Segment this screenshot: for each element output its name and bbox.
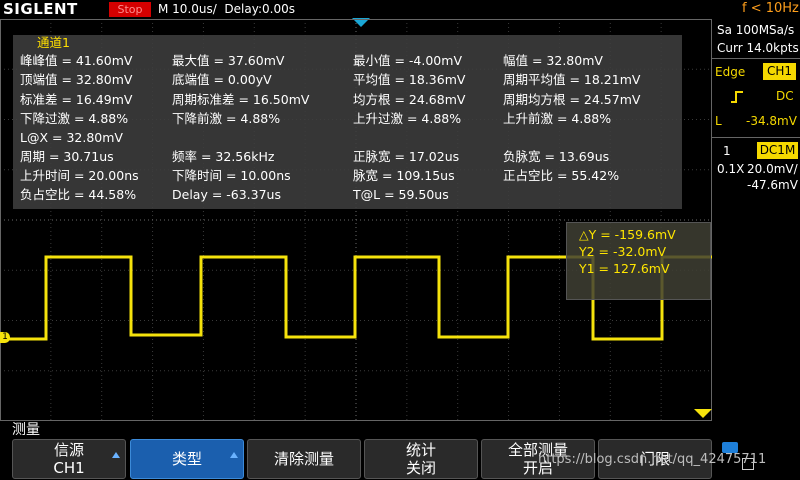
measurement-value: 底端值 = 0.00yV [172,72,272,87]
measurement-value: 下降前激 = 4.88% [172,111,281,126]
softkey-3[interactable]: 清除测量 [247,439,361,479]
trigger-type[interactable]: Edge [715,65,745,79]
measurement-value: 顶端值 = 32.80mV [20,72,133,87]
measurement-value: 标准差 = 16.49mV [20,92,133,107]
softkey-sublabel: 关闭 [405,459,436,477]
memory-depth: Curr 14.0kpts [717,41,799,55]
volts-per-div: 20.0mV/ [747,162,798,176]
trigger-level-label: L [715,114,722,128]
measurement-value: Delay = -63.37us [172,187,281,202]
trigger-source-badge[interactable]: CH1 [763,63,796,80]
measurement-value: 周期平均值 = 18.21mV [503,72,641,87]
rising-edge-icon [731,88,743,103]
sample-rate: Sa 100MSa/s [717,23,795,37]
trigger-level-marker-icon [694,409,712,418]
softkey-4[interactable]: 统计 关闭 [364,439,478,479]
measurement-value: 周期均方根 = 24.57mV [503,92,641,107]
divider [712,58,800,59]
probe-ratio: 0.1X [717,162,745,176]
cursor-readout-box: △Y = -159.6mV Y2 = -32.0mV Y1 = 127.6mV [566,222,711,300]
measurement-value: 正脉宽 = 17.02us [353,149,460,164]
softkey-label: 类型 [171,450,202,468]
softkey-1[interactable]: 信源 CH1 [12,439,126,479]
brand-logo: SIGLENT [3,0,78,18]
trigger-coupling[interactable]: DC [776,89,794,103]
measurement-value: 上升时间 = 20.00ns [20,168,139,183]
measurement-value: 下降过激 = 4.88% [20,111,129,126]
channel-coupling-badge[interactable]: DC1M [757,142,798,159]
measurement-value: 峰峰值 = 41.60mV [20,53,133,68]
softkey-sublabel: CH1 [53,459,85,477]
measurement-value: 负占空比 = 44.58% [20,187,137,202]
cursor-y2: Y2 = -32.0mV [579,244,667,259]
measurement-value: 最大值 = 37.60mV [172,53,285,68]
timebase-readout: M 10.0us/ Delay:0.00s [158,2,295,16]
measurement-value: 周期 = 30.71us [20,149,114,164]
measurement-value: 上升前激 = 4.88% [503,111,612,126]
measurement-value: 下降时间 = 10.00ns [172,168,291,183]
measurement-value: 均方根 = 24.68mV [353,92,466,107]
measurement-value: 上升过激 = 4.88% [353,111,462,126]
trigger-frequency-readout: f < 10Hz [742,1,799,16]
measurement-value: 频率 = 32.56kHz [172,149,275,164]
measurement-value: 脉宽 = 109.15us [353,168,455,183]
divider [712,137,800,138]
menu-arrow-icon [112,452,120,458]
menu-arrow-icon [230,452,238,458]
measurement-value: 最小值 = -4.00mV [353,53,462,68]
channel-1-ground-marker-icon[interactable]: 1 [0,332,10,343]
measurement-value: 周期标准差 = 16.50mV [172,92,310,107]
cursor-y1: Y1 = 127.6mV [579,261,670,276]
measurement-value: L@X = 32.80mV [20,130,123,145]
cursor-delta-y: △Y = -159.6mV [579,227,676,242]
run-stop-indicator[interactable]: Stop [109,2,151,17]
softkey-label: 清除测量 [273,450,334,468]
watermark-text: https://blog.csdn.net/qq_42475711 [538,452,767,467]
measurement-value: T@L = 59.50us [353,187,449,202]
channel-offset: -47.6mV [747,178,798,192]
softkey-label: 信源 [53,441,84,459]
softkey-2[interactable]: 类型 [130,439,244,479]
measurement-value: 负脉宽 = 13.69us [503,149,610,164]
measurement-value: 正占空比 = 55.42% [503,168,620,183]
measurement-value: 幅值 = 32.80mV [503,53,603,68]
trigger-level-value: -34.8mV [746,114,797,128]
measurement-title: 通道1 [37,35,70,50]
softkey-label: 统计 [405,441,436,459]
measurement-value: 平均值 = 18.36mV [353,72,466,87]
channel-number[interactable]: 1 [723,144,731,158]
